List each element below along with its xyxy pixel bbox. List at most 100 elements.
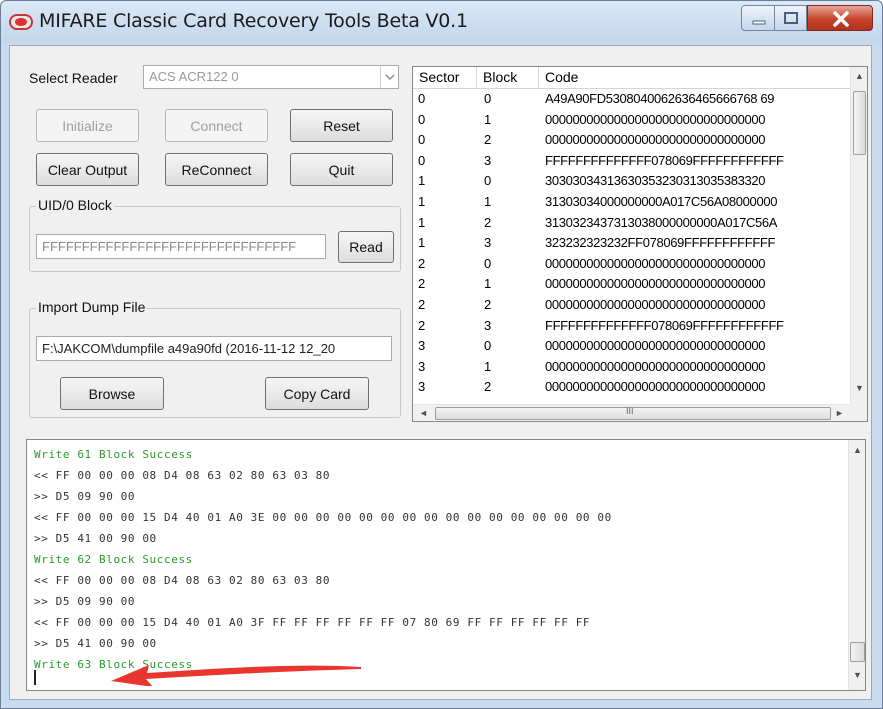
client-area: Select Reader ACS ACR122 0 Initialize Co…	[9, 45, 872, 700]
cell-sector: 0	[418, 91, 426, 106]
cell-code: 00000000000000000000000000000000	[545, 111, 766, 127]
scroll-left-icon[interactable]: ◄	[415, 408, 432, 418]
minimize-button[interactable]	[741, 5, 775, 31]
table-row[interactable]: 1 2 3130323437313038000000000A017C56A	[413, 213, 851, 233]
table-horizontal-scrollbar[interactable]: ◄ III ►	[413, 404, 851, 421]
cell-code: FFFFFFFFFFFFFF078069FFFFFFFFFFFF	[545, 400, 784, 401]
clear-output-button[interactable]: Clear Output	[36, 153, 139, 186]
cell-code: 00000000000000000000000000000000	[545, 379, 766, 395]
table-row[interactable]: 3 1 00000000000000000000000000000000	[413, 357, 851, 377]
scroll-up-icon[interactable]: ▲	[851, 71, 867, 81]
cell-block: 1	[484, 358, 492, 374]
cell-sector: 1	[418, 214, 426, 230]
cell-block: 3	[484, 235, 492, 251]
block-table[interactable]: Sector Block Code 0 0 A49A90FD530804006263…	[412, 66, 868, 422]
initialize-button[interactable]: Initialize	[36, 109, 139, 142]
hscroll-grip: III	[626, 406, 634, 416]
copy-card-button[interactable]: Copy Card	[265, 377, 369, 410]
cell-sector: 3	[418, 400, 425, 401]
browse-button[interactable]: Browse	[60, 377, 164, 410]
table-row[interactable]: 2 0 00000000000000000000000000000000	[413, 254, 851, 274]
log-line: Write 61 Block Success	[34, 448, 193, 461]
cell-sector: 3	[418, 358, 426, 374]
column-header-sector[interactable]: Sector	[413, 67, 477, 89]
table-row[interactable]: 0 3 FFFFFFFFFFFFFF078069FFFFFFFFFFFF	[413, 151, 851, 171]
log-line: << FF 00 00 00 08 D4 08 63 02 80 63 03 8…	[34, 574, 331, 587]
reader-select-value: ACS ACR122 0	[149, 69, 239, 84]
maximize-icon	[784, 12, 798, 24]
close-icon	[833, 11, 849, 27]
log-line: << FF 00 00 00 08 D4 08 63 02 80 63 03 8…	[34, 469, 331, 482]
cell-block: 3	[484, 152, 492, 168]
title-bar[interactable]: MIFARE Classic Card Recovery Tools Beta …	[1, 1, 882, 43]
table-row[interactable]: 2 3 FFFFFFFFFFFFFF078069FFFFFFFFFFFF	[413, 316, 851, 336]
cell-code: 00000000000000000000000000000000	[545, 132, 766, 148]
table-row[interactable]: 0 2 00000000000000000000000000000000	[413, 130, 851, 150]
cell-sector: 0	[418, 152, 426, 168]
scroll-down-icon[interactable]: ▼	[851, 383, 867, 393]
cell-block: 0	[484, 255, 492, 271]
table-row[interactable]: 1 0 30303034313630353230313035383320	[413, 171, 851, 191]
maximize-button[interactable]	[775, 5, 807, 31]
reader-select[interactable]: ACS ACR122 0	[143, 65, 399, 89]
output-scroll-up-icon[interactable]: ▲	[849, 445, 865, 455]
output-vertical-scrollbar[interactable]: ▲ ▼	[848, 440, 865, 690]
column-header-block[interactable]: Block	[477, 67, 539, 89]
cell-block: 3	[484, 317, 492, 333]
cell-sector: 2	[418, 317, 426, 333]
output-scroll-down-icon[interactable]: ▼	[849, 670, 865, 680]
cell-block: 1	[484, 194, 492, 209]
close-button[interactable]	[807, 5, 873, 31]
cell-sector: 2	[418, 276, 426, 292]
reconnect-button[interactable]: ReConnect	[165, 153, 268, 186]
cell-code: 31303034000000000A017C56A08000000	[545, 194, 778, 209]
connect-button[interactable]: Connect	[165, 109, 268, 142]
cell-block: 2	[484, 297, 492, 312]
text-caret	[34, 670, 36, 685]
cell-code: 323232323232FF078069FFFFFFFFFFFF	[545, 235, 776, 251]
table-body: 0 0 A49A90FD5308040062636465666768 69 0 1 000…	[413, 89, 851, 401]
table-row[interactable]: 3 3 FFFFFFFFFFFFFF078069FFFFFFFFFFFF	[413, 398, 851, 401]
annotation-arrow-icon	[111, 665, 361, 686]
table-row[interactable]: 0 1 00000000000000000000000000000000	[413, 110, 851, 130]
output-vscroll-thumb[interactable]	[850, 642, 865, 662]
table-row[interactable]: 2 1 00000000000000000000000000000000	[413, 274, 851, 294]
table-hscroll-thumb[interactable]: III	[435, 406, 831, 420]
log-line: << FF 00 00 00 15 D4 40 01 A0 3E 00 00 0…	[34, 511, 612, 524]
log-line: >> D5 09 90 00	[34, 595, 136, 608]
cell-code: FFFFFFFFFFFFFF078069FFFFFFFFFFFF	[545, 317, 784, 333]
cell-sector: 3	[418, 379, 426, 395]
table-vscroll-thumb[interactable]	[853, 91, 866, 155]
table-row[interactable]: 0 0 A49A90FD5308040062636465666768 69	[413, 89, 851, 109]
cell-sector: 2	[418, 297, 426, 312]
select-reader-label: Select Reader	[29, 70, 118, 86]
cell-block: 2	[484, 379, 492, 395]
app-icon	[9, 14, 33, 30]
table-row[interactable]: 2 2 00000000000000000000000000000000	[413, 295, 851, 315]
table-row[interactable]: 3 2 00000000000000000000000000000000	[413, 377, 851, 397]
chevron-down-icon[interactable]	[380, 66, 398, 88]
read-button[interactable]: Read	[338, 231, 394, 263]
cell-sector: 0	[418, 132, 426, 148]
import-dump-group-title: Import Dump File	[36, 299, 148, 315]
table-row[interactable]: 1 1 31303034000000000A017C56A08000000	[413, 192, 851, 212]
quit-button[interactable]: Quit	[290, 153, 393, 186]
table-vertical-scrollbar[interactable]: ▲ ▼	[850, 67, 867, 404]
cell-code: 3130323437313038000000000A017C56A	[545, 214, 778, 230]
scroll-right-icon[interactable]: ►	[831, 408, 848, 418]
column-header-code[interactable]: Code	[539, 67, 851, 89]
window-title: MIFARE Classic Card Recovery Tools Beta …	[39, 10, 468, 32]
table-row[interactable]: 3 0 00000000000000000000000000000000	[413, 336, 851, 356]
uid-block-group-title: UID/0 Block	[36, 197, 114, 213]
table-row[interactable]: 1 3 323232323232FF078069FFFFFFFFFFFF	[413, 233, 851, 253]
cell-block: 1	[484, 111, 492, 127]
dump-file-path-input[interactable]: F:\JAKCOM\dumpfile a49a90fd (2016-11-12 …	[36, 336, 392, 361]
cell-sector: 1	[418, 235, 426, 251]
reset-button[interactable]: Reset	[290, 109, 393, 142]
cell-code: FFFFFFFFFFFFFF078069FFFFFFFFFFFF	[545, 152, 784, 168]
cell-code: 00000000000000000000000000000000	[545, 338, 766, 354]
cell-block: 0	[484, 173, 492, 189]
cell-code: 00000000000000000000000000000000	[545, 276, 766, 292]
cell-code: 00000000000000000000000000000000	[545, 297, 766, 312]
uid-input[interactable]: FFFFFFFFFFFFFFFFFFFFFFFFFFFFFFFF	[36, 234, 326, 259]
